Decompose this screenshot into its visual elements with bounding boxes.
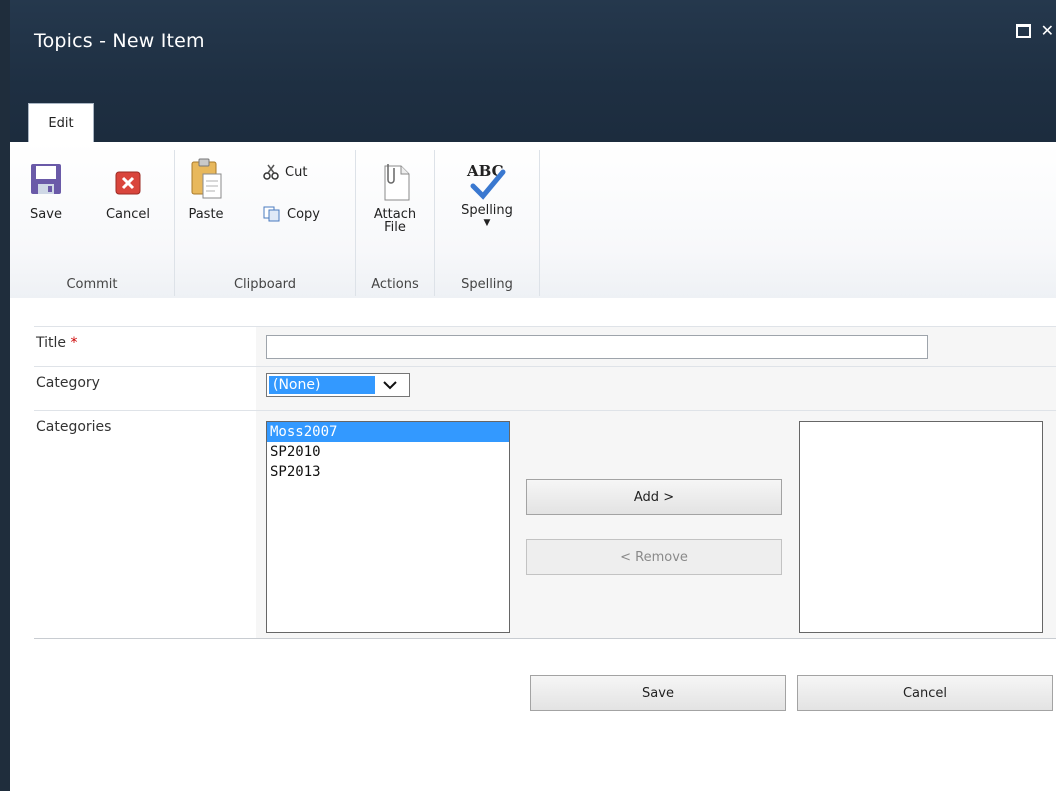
categories-label: Categories <box>36 419 112 435</box>
spelling-icon: ABC <box>467 158 507 204</box>
copy-icon <box>263 206 280 222</box>
copy-label: Copy <box>287 206 320 222</box>
cut-button[interactable]: Cut <box>263 164 307 180</box>
paste-label: Paste <box>188 207 224 222</box>
save-button[interactable]: Save <box>530 675 786 711</box>
actions-group-label: Actions <box>371 277 419 292</box>
save-ribbon-button[interactable]: Save <box>24 162 68 221</box>
save-icon <box>31 164 61 194</box>
title-row: Title * <box>34 326 1056 367</box>
save-label: Save <box>30 207 62 222</box>
cancel-button[interactable]: Cancel <box>797 675 1053 711</box>
chevron-down-icon <box>383 381 397 390</box>
title-label: Title * <box>36 335 77 351</box>
maximize-icon[interactable] <box>1015 24 1031 38</box>
spelling-group: ABC Spelling ▼ Spelling <box>435 150 540 296</box>
window-buttons: ✕ <box>1015 23 1054 39</box>
category-row: Category (None) <box>34 366 1056 411</box>
attach-file-button[interactable]: Attach File <box>364 162 426 234</box>
list-item[interactable]: SP2010 <box>267 442 509 462</box>
categories-row: Categories Moss2007 SP2010 SP2013 Add > … <box>34 410 1056 639</box>
actions-group: Attach File Actions <box>356 150 435 296</box>
attach-file-icon <box>384 164 410 201</box>
clipboard-group-label: Clipboard <box>233 277 297 292</box>
spelling-group-label: Spelling <box>461 277 513 292</box>
available-categories-list[interactable]: Moss2007 SP2010 SP2013 <box>266 421 510 633</box>
ribbon: Save Cancel Commit Paste Cut Copy Clipbo… <box>10 142 1056 299</box>
spelling-label: Spelling <box>461 203 513 218</box>
cancel-label: Cancel <box>105 207 151 222</box>
close-icon[interactable]: ✕ <box>1041 23 1054 39</box>
required-marker: * <box>70 335 78 351</box>
cancel-ribbon-button[interactable]: Cancel <box>96 162 160 221</box>
list-item[interactable]: Moss2007 <box>267 422 509 442</box>
list-item[interactable]: SP2013 <box>267 462 509 482</box>
cut-label: Cut <box>285 164 308 180</box>
add-button[interactable]: Add > <box>526 479 782 515</box>
category-selected-value: (None) <box>269 376 375 394</box>
commit-group: Save Cancel Commit <box>10 150 175 296</box>
paste-icon <box>191 158 222 199</box>
form-area: Title * Category (None) Categories Moss2… <box>10 298 1056 791</box>
window-frame <box>0 0 10 791</box>
divider <box>34 638 1056 639</box>
category-label: Category <box>36 375 100 391</box>
paste-button[interactable]: Paste <box>183 156 229 221</box>
title-label-text: Title <box>36 335 67 351</box>
attach-label-line2: File <box>384 220 406 235</box>
remove-button[interactable]: < Remove <box>526 539 782 575</box>
dialog-titlebar: Topics - New Item ✕ Edit <box>10 0 1056 143</box>
spelling-button[interactable]: ABC Spelling ▼ <box>451 158 523 229</box>
tab-edit[interactable]: Edit <box>28 103 94 143</box>
copy-button[interactable]: Copy <box>263 206 320 222</box>
selected-categories-list[interactable] <box>799 421 1043 633</box>
chevron-down-icon[interactable]: ▼ <box>451 217 523 229</box>
clipboard-group: Paste Cut Copy Clipboard <box>175 150 356 296</box>
title-input[interactable] <box>266 335 928 359</box>
cancel-icon <box>115 171 141 195</box>
category-select[interactable]: (None) <box>266 373 410 397</box>
scissors-icon <box>263 164 279 180</box>
dialog-title: Topics - New Item <box>34 30 205 52</box>
commit-group-label: Commit <box>66 277 118 292</box>
